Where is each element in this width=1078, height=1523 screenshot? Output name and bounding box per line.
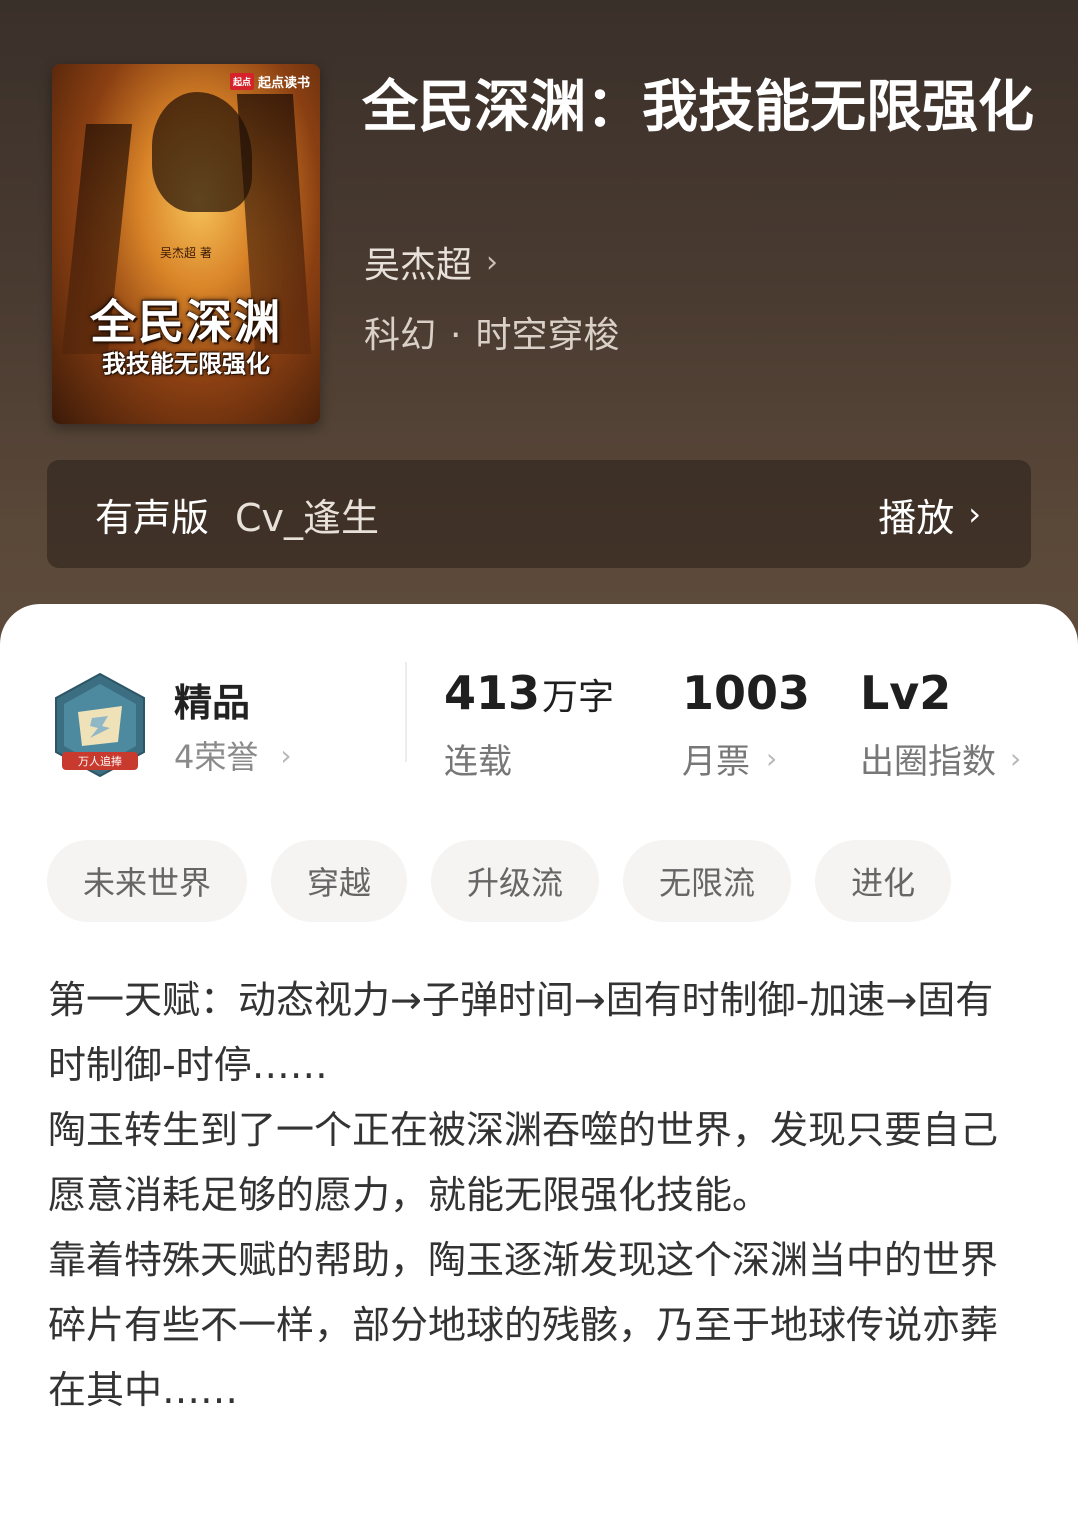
honor-badge-icon[interactable]: 万人追捧 bbox=[52, 672, 148, 780]
stats-divider bbox=[405, 662, 407, 762]
description-paragraph: 靠着特殊天赋的帮助，陶玉逐渐发现这个深渊当中的世界碎片有些不一样，部分地球的残骸… bbox=[48, 1238, 999, 1412]
book-title: 全民深渊：我技能无限强化 bbox=[362, 74, 1034, 140]
monthly-tickets-label: 月票 bbox=[682, 742, 750, 782]
tag-item[interactable]: 进化 bbox=[815, 840, 952, 922]
monthly-tickets-value: 1003 bbox=[682, 666, 811, 720]
author-name: 吴杰超 bbox=[364, 245, 473, 286]
tag-item[interactable]: 升级流 bbox=[431, 840, 600, 922]
genre-separator: · bbox=[450, 315, 462, 356]
chevron-right-icon: › bbox=[1010, 742, 1022, 775]
cover-title-line1: 全民深渊 bbox=[90, 295, 282, 349]
cover-author: 吴杰超 著 bbox=[160, 246, 212, 260]
play-label: 播放 bbox=[878, 495, 955, 540]
popularity-index-value: Lv2 bbox=[860, 666, 952, 720]
chevron-right-icon: › bbox=[968, 495, 981, 533]
publisher-logo-icon: 起点 bbox=[229, 73, 254, 90]
serial-status: 连载 bbox=[444, 734, 512, 783]
tag-item[interactable]: 未来世界 bbox=[47, 840, 248, 922]
tag-item[interactable]: 无限流 bbox=[623, 840, 792, 922]
cover-art-monster bbox=[152, 92, 252, 212]
genre-label: 科幻 bbox=[364, 315, 437, 356]
popularity-index-label: 出圈指数 bbox=[860, 742, 996, 782]
honor-count: 4荣誉 bbox=[174, 738, 259, 776]
audio-label: 有声版 bbox=[95, 495, 210, 540]
chevron-right-icon: › bbox=[766, 742, 778, 775]
honor-link[interactable]: 4荣誉 › bbox=[174, 732, 292, 778]
audio-narrator: Cv_逢生 bbox=[235, 495, 380, 540]
tag-list: 未来世界 穿越 升级流 无限流 进化 bbox=[47, 840, 952, 922]
chevron-right-icon: › bbox=[280, 738, 292, 772]
audio-version-bar[interactable]: 有声版 Cv_逢生 播放 › bbox=[47, 460, 1031, 568]
book-description[interactable]: 第一天赋：动态视力→子弹时间→固有时制御-加速→固有时制御-时停…… 陶玉转生到… bbox=[48, 968, 1028, 1423]
play-button[interactable]: 播放 › bbox=[878, 487, 981, 542]
book-header: 起点 起点读书 吴杰超 著 全民深渊 我技能无限强化 全民深渊：我技能无限强化 … bbox=[0, 0, 1078, 660]
cover-title-line2: 我技能无限强化 bbox=[102, 350, 270, 378]
description-paragraph: 陶玉转生到了一个正在被深渊吞噬的世界，发现只要自己愿意消耗足够的愿力，就能无限强… bbox=[48, 1108, 999, 1217]
monthly-tickets-link[interactable]: 月票 › bbox=[682, 734, 777, 783]
popularity-index-link[interactable]: 出圈指数 › bbox=[860, 734, 1021, 783]
honor-title: 精品 bbox=[174, 681, 251, 725]
word-count: 413万字 bbox=[444, 666, 614, 720]
word-count-value: 413 bbox=[444, 666, 541, 720]
subgenre-label: 时空穿梭 bbox=[475, 315, 620, 356]
publisher-name: 起点读书 bbox=[257, 76, 310, 91]
book-cover[interactable]: 起点 起点读书 吴杰超 著 全民深渊 我技能无限强化 bbox=[52, 64, 320, 424]
chevron-right-icon: › bbox=[486, 244, 499, 280]
description-paragraph: 第一天赋：动态视力→子弹时间→固有时制御-加速→固有时制御-时停…… bbox=[48, 978, 994, 1087]
author-link[interactable]: 吴杰超 › bbox=[364, 236, 498, 288]
word-count-unit: 万字 bbox=[542, 677, 615, 718]
cover-publisher: 起点 起点读书 bbox=[229, 72, 310, 91]
book-genre: 科幻 · 时空穿梭 bbox=[364, 306, 619, 358]
serial-status-label: 连载 bbox=[444, 742, 512, 782]
honor-badge-text: 万人追捧 bbox=[78, 754, 122, 768]
tag-item[interactable]: 穿越 bbox=[271, 840, 408, 922]
